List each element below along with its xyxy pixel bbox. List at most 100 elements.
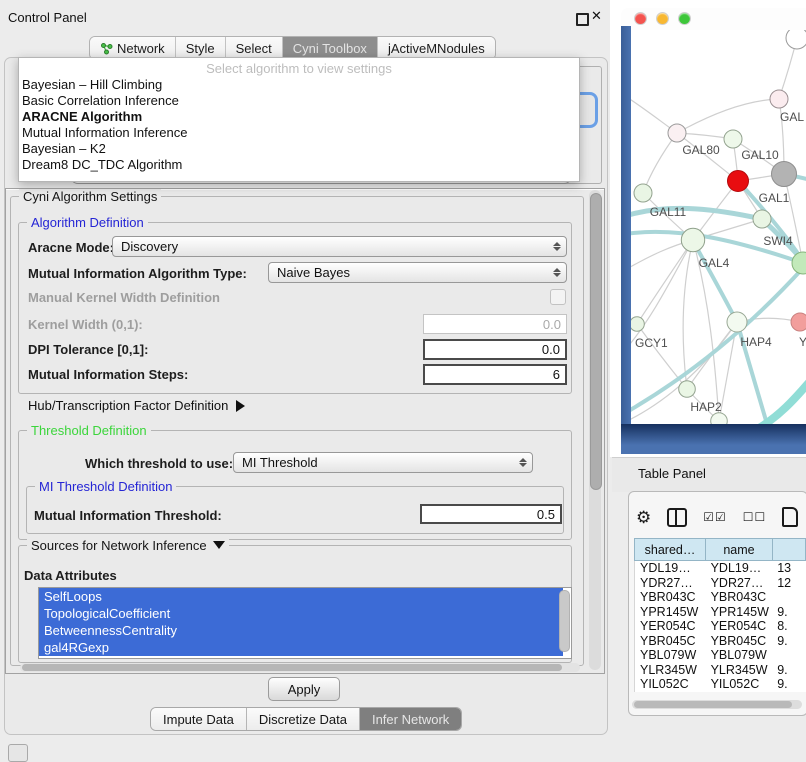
tab-select[interactable]: Select (226, 37, 283, 59)
data-attributes-list[interactable]: SelfLoopsTopologicalCoefficientBetweenne… (38, 587, 572, 659)
network-window-titlebar[interactable] (621, 8, 806, 31)
settings-hscrollbar-thumb[interactable] (22, 664, 562, 671)
float-window-icon[interactable] (576, 13, 589, 26)
network-node[interactable] (786, 30, 806, 49)
table-row[interactable]: YBR045CYBR045C9. (635, 634, 806, 649)
manual-kernel-label: Manual Kernel Width Definition (28, 290, 220, 305)
network-canvas[interactable]: GALGAL80GAL10GAL1GAL11SWI4GAL4GCY1HAP4YH… (631, 30, 806, 424)
tab-style[interactable]: Style (176, 37, 226, 59)
tab-label: Network (117, 41, 165, 56)
attribute-list-item[interactable]: SelfLoops (39, 588, 563, 605)
file-icon[interactable] (782, 507, 798, 527)
table-hscrollbar-track[interactable] (632, 700, 802, 709)
algorithm-option[interactable]: ARACNE Algorithm (19, 109, 579, 125)
table-cell: YBR045C (706, 634, 773, 649)
table-cell: YDL19… (635, 561, 706, 576)
stepper-icon (548, 242, 566, 251)
network-edge (677, 99, 779, 133)
table-row[interactable]: YDL19…YDL19…13 (635, 561, 806, 576)
tab-infer-network[interactable]: Infer Network (360, 708, 461, 730)
network-node-label: GAL11 (650, 205, 687, 219)
minimized-panel-button[interactable] (8, 744, 28, 762)
algorithm-option[interactable]: Dream8 DC_TDC Algorithm (19, 157, 579, 173)
table-row[interactable]: YPR145WYPR145W9. (635, 605, 806, 620)
network-node[interactable] (728, 171, 749, 192)
tab-jactivemnodules[interactable]: jActiveMNodules (378, 37, 495, 59)
close-traffic-light[interactable] (635, 13, 646, 24)
network-node[interactable] (679, 381, 696, 398)
tab-cyni-toolbox[interactable]: Cyni Toolbox (283, 37, 378, 59)
table-cell: 9. (772, 663, 806, 678)
network-edge (693, 241, 737, 322)
network-node[interactable] (727, 312, 747, 332)
gear-icon[interactable]: ⚙ (636, 509, 651, 526)
network-node[interactable] (631, 317, 644, 332)
table-hscrollbar-thumb[interactable] (634, 701, 792, 708)
kernel-width-label: Kernel Width (0,1): (28, 317, 143, 332)
table-cell (772, 590, 806, 605)
table-row[interactable]: YBL079WYBL079W (635, 648, 806, 663)
tab-discretize-data[interactable]: Discretize Data (247, 708, 360, 730)
attribute-list-item[interactable]: gal4RGexp (39, 639, 563, 656)
expand-right-icon (236, 400, 245, 412)
kernel-width-field[interactable]: 0.0 (423, 314, 567, 334)
algorithm-option[interactable]: Mutual Information Inference (19, 125, 579, 141)
network-edge (637, 240, 693, 324)
network-node[interactable] (724, 130, 742, 148)
mi-threshold-label: Mutual Information Threshold: (34, 508, 222, 523)
network-node[interactable] (634, 184, 652, 202)
sources-title-text: Sources for Network Inference (31, 538, 207, 553)
mi-threshold-field[interactable]: 0.5 (420, 504, 562, 524)
table-row[interactable]: YLR345WYLR345W9. (635, 663, 806, 678)
dpi-tolerance-label: DPI Tolerance [0,1]: (28, 342, 148, 357)
table-row[interactable]: YBR043CYBR043C (635, 590, 806, 605)
network-node[interactable] (753, 210, 771, 228)
mi-type-select[interactable]: Naive Bayes (268, 262, 567, 283)
table-row[interactable]: YDR27…YDR27…12 (635, 576, 806, 591)
mi-steps-field[interactable]: 6 (423, 364, 567, 385)
network-node[interactable] (770, 90, 788, 108)
cyni-settings-title: Cyni Algorithm Settings (19, 189, 161, 204)
network-icon (100, 42, 113, 55)
which-threshold-label: Which threshold to use: (85, 456, 233, 471)
close-icon[interactable]: ✕ (591, 8, 602, 24)
which-threshold-select[interactable]: MI Threshold (233, 452, 533, 473)
apply-button[interactable]: Apply (268, 677, 340, 701)
unchecked-boxes-icon[interactable]: ☐☐ (743, 510, 767, 524)
sources-group-title[interactable]: Sources for Network Inference (27, 538, 229, 553)
which-threshold-value: MI Threshold (242, 455, 514, 470)
network-node[interactable] (792, 252, 806, 274)
manual-kernel-checkbox[interactable] (550, 289, 566, 305)
zoom-traffic-light[interactable] (679, 13, 690, 24)
table-row[interactable]: YIL052CYIL052C9. (635, 677, 806, 692)
table-cell: 9. (772, 634, 806, 649)
list-scrollbar-thumb[interactable] (559, 590, 570, 652)
dpi-tolerance-field[interactable]: 0.0 (423, 339, 567, 360)
stepper-icon (514, 458, 532, 467)
tab-network[interactable]: Network (90, 37, 176, 59)
network-node[interactable] (711, 413, 728, 424)
network-node[interactable] (791, 313, 806, 331)
table-column-header[interactable]: shared… (634, 538, 705, 561)
algorithm-option[interactable]: Bayesian – K2 (19, 141, 579, 157)
table-column-header[interactable]: name (705, 538, 772, 561)
settings-scrollbar-thumb[interactable] (590, 193, 602, 490)
checked-boxes-icon[interactable]: ☑☑ (703, 510, 727, 524)
columns-icon[interactable] (667, 508, 687, 527)
minimize-traffic-light[interactable] (657, 13, 668, 24)
algorithm-option[interactable]: Basic Correlation Inference (19, 93, 579, 109)
settings-hscrollbar-track[interactable] (20, 663, 580, 672)
network-edge (683, 240, 693, 389)
attribute-list-item[interactable]: TopologicalCoefficient (39, 605, 563, 622)
table-column-header[interactable] (772, 538, 806, 561)
network-node[interactable] (668, 124, 686, 142)
network-node[interactable] (681, 228, 704, 251)
table-cell: YBL079W (635, 648, 706, 663)
network-node[interactable] (772, 162, 797, 187)
table-row[interactable]: YER054CYER054C8. (635, 619, 806, 634)
algorithm-option[interactable]: Bayesian – Hill Climbing (19, 77, 579, 93)
hub-definition-expander[interactable]: Hub/Transcription Factor Definition (28, 398, 245, 413)
tab-impute-data[interactable]: Impute Data (151, 708, 247, 730)
aracne-mode-select[interactable]: Discovery (112, 236, 567, 257)
attribute-list-item[interactable]: BetweennessCentrality (39, 622, 563, 639)
